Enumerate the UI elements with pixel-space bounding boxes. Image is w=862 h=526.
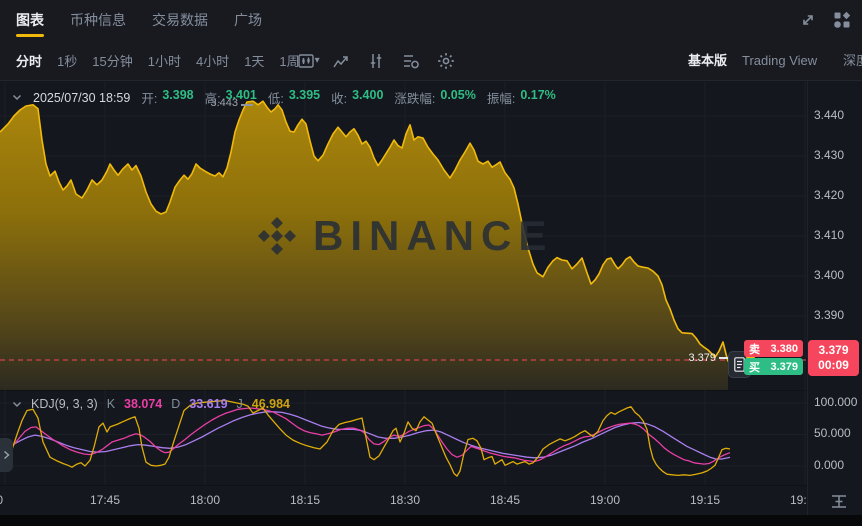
kdj-lines — [12, 401, 730, 477]
legend-field-label: 高: — [205, 88, 221, 107]
indicators-icon[interactable] — [366, 51, 386, 71]
legend-field-label: 低: — [268, 88, 284, 107]
kdj-title: KDJ(9, 3, 3) — [31, 397, 98, 411]
sell-label: 卖 — [749, 341, 760, 357]
interval-1天[interactable]: 1天 — [244, 51, 264, 70]
axis-badge-countdown: 00:09 — [818, 358, 849, 373]
sell-value: 3.380 — [770, 343, 798, 355]
top-navbar: 图表币种信息交易数据广场 — [0, 0, 862, 40]
price-tick-3.420: 3.420 — [814, 188, 844, 202]
kdj-tick-100.000: 100.000 — [814, 395, 857, 409]
legend-field-value: 3.398 — [162, 88, 193, 107]
legend-field: 高: 3.401 — [205, 88, 257, 107]
time-label-19:00: 19:00 — [590, 493, 620, 507]
drawing-tools-icon[interactable] — [331, 51, 351, 71]
interval-15分钟[interactable]: 15分钟 — [92, 51, 132, 70]
nav-tab-广场[interactable]: 广场 — [234, 0, 262, 40]
kdj-k-value: 38.074 — [124, 397, 162, 411]
nav-tab-交易数据[interactable]: 交易数据 — [152, 0, 208, 40]
kdj-line-K — [12, 408, 730, 464]
legend-fields: 开: 3.398 高: 3.401 低: 3.395 收: 3.400 涨跌幅: 0.05% 振幅:… — [141, 88, 555, 107]
view-基本版[interactable]: 基本版 — [688, 40, 727, 81]
price-tick-3.430: 3.430 — [814, 148, 844, 162]
price-axis-divider — [807, 81, 808, 515]
legend-field: 收: 3.400 — [331, 88, 383, 107]
view-深度图[interactable]: 深度图 — [843, 40, 862, 81]
buy-value: 3.379 — [770, 361, 798, 373]
pane-expand-handle[interactable] — [0, 438, 13, 472]
tool-icons — [296, 40, 456, 81]
time-label-18:00: 18:00 — [190, 493, 220, 507]
legend-field-value: 3.400 — [352, 88, 383, 107]
axis-badge-price: 3.379 — [818, 343, 848, 358]
price-tick-3.400: 3.400 — [814, 268, 844, 282]
legend-field: 涨跌幅: 0.05% — [394, 88, 475, 107]
buy-price-badge[interactable]: 买 3.379 — [744, 358, 803, 375]
current-price-tick — [719, 357, 728, 359]
price-tick-3.440: 3.440 — [814, 108, 844, 122]
chart-toolbar: 分时1秒15分钟1小时4小时1天1周▾ — [0, 40, 862, 81]
legend-field-value: 0.05% — [440, 88, 475, 107]
nav-tabs: 图表币种信息交易数据广场 — [16, 0, 262, 40]
legend-field-label: 振幅: — [487, 88, 515, 107]
kdj-collapse-icon[interactable] — [12, 401, 22, 408]
indicator-list-icon[interactable] — [401, 51, 421, 71]
time-label-18:45: 18:45 — [490, 493, 520, 507]
bottom-strip — [0, 515, 862, 526]
kdj-line-J — [12, 401, 730, 477]
sell-price-badge[interactable]: 卖 3.380 — [744, 340, 803, 357]
legend-datetime: 2025/07/30 18:59 — [33, 91, 130, 105]
kdj-line-D — [12, 412, 730, 459]
axis-price-countdown-badge: 3.379 00:09 — [808, 340, 859, 376]
price-tick-3.390: 3.390 — [814, 308, 844, 322]
legend-field: 振幅: 0.17% — [487, 88, 556, 107]
time-label-19:30: 19:30 — [790, 493, 807, 507]
interval-selector: 分时1秒15分钟1小时4小时1天1周▾ — [16, 40, 320, 81]
legend-field-value: 3.401 — [226, 88, 257, 107]
interval-4小时[interactable]: 4小时 — [196, 51, 229, 70]
legend-field-label: 收: — [331, 88, 347, 107]
kdj-tick-50.000: 50.000 — [814, 426, 851, 440]
legend-field-label: 开: — [141, 88, 157, 107]
view-Trading View[interactable]: Trading View — [742, 40, 817, 81]
axis-scale-icon[interactable] — [828, 491, 850, 511]
legend-collapse-icon[interactable] — [12, 94, 22, 101]
kdj-d-label: D — [171, 397, 180, 411]
nav-tab-币种信息[interactable]: 币种信息 — [70, 0, 126, 40]
kdj-j-label: J — [237, 397, 243, 411]
kdj-tick-0.000: 0.000 — [814, 458, 844, 472]
current-price-label: 3.379 — [656, 352, 716, 364]
nav-tab-图表[interactable]: 图表 — [16, 0, 44, 40]
kdj-legend: KDJ(9, 3, 3) K 38.074 D 33.619 J 46.984 — [12, 397, 290, 411]
time-label-18:30: 18:30 — [390, 493, 420, 507]
interval-分时[interactable]: 分时 — [16, 51, 42, 70]
nav-action-icons — [798, 0, 852, 40]
layout-grid-icon[interactable] — [832, 10, 852, 30]
interval-1小时[interactable]: 1小时 — [148, 51, 181, 70]
legend-field-value: 0.17% — [520, 88, 555, 107]
kdj-k-label: K — [107, 397, 115, 411]
settings-gear-icon[interactable] — [436, 51, 456, 71]
kdj-j-value: 46.984 — [252, 397, 290, 411]
fullscreen-icon[interactable] — [798, 10, 818, 30]
trading-chart-window: 图表币种信息交易数据广场 分时1秒15分钟1小时4小时1天1周▾ — [0, 0, 862, 526]
time-label-17:45: 17:45 — [90, 493, 120, 507]
kdj-d-value: 33.619 — [189, 397, 227, 411]
interval-1秒[interactable]: 1秒 — [57, 51, 77, 70]
legend-field: 开: 3.398 — [141, 88, 193, 107]
time-label-18:15: 18:15 — [290, 493, 320, 507]
time-label-17:30: 17:30 — [0, 493, 3, 507]
legend-field-label: 涨跌幅: — [394, 88, 435, 107]
kline-style-icon[interactable] — [296, 51, 316, 71]
price-tick-3.410: 3.410 — [814, 228, 844, 242]
time-label-19:15: 19:15 — [690, 493, 720, 507]
price-area-fill — [0, 101, 728, 390]
nav-active-underline — [16, 34, 44, 37]
legend-field-value: 3.395 — [289, 88, 320, 107]
buy-label: 买 — [749, 359, 760, 375]
ohlc-legend: 2025/07/30 18:59 开: 3.398 高: 3.401 低: 3.395 收:… — [12, 88, 556, 107]
time-axis[interactable]: 17:30 17:45 18:00 18:15 18:30 18:45 19:00 19:15… — [0, 485, 807, 515]
price-chart-canvas[interactable] — [0, 82, 807, 390]
legend-field: 低: 3.395 — [268, 88, 320, 107]
